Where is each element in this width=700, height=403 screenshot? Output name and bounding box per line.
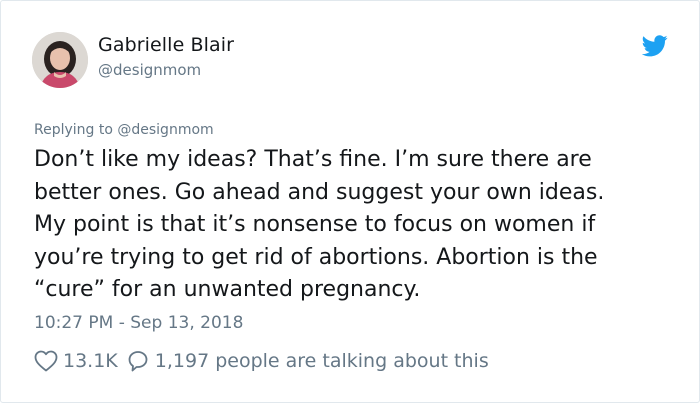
author-handle[interactable]: @designmom xyxy=(98,61,201,79)
engagement-bar: 13.1K 1,197 people are talking about thi… xyxy=(34,345,489,377)
tweet-text-line: better ones. Go ahead and suggest your o… xyxy=(34,179,605,205)
like-count[interactable]: 13.1K xyxy=(63,350,118,372)
replying-to-label[interactable]: Replying to @designmom xyxy=(34,122,214,138)
twitter-bird-icon[interactable] xyxy=(641,35,668,57)
tweet-text-line: My point is that it’s nonsense to focus … xyxy=(34,212,596,237)
speech-bubble-icon[interactable] xyxy=(127,350,149,372)
tweet-text-line: Don’t like my ideas? That’s fine. I’m su… xyxy=(34,147,592,172)
tweet-text-line: you’re trying to get rid of abortions. A… xyxy=(34,244,598,270)
tweet-text-line: “cure” for an unwanted pregnancy. xyxy=(34,277,421,302)
tweet-text: Don’t like my ideas? That’s fine. I’m su… xyxy=(34,144,674,307)
tweet-timestamp[interactable]: 10:27 PM - Sep 13, 2018 xyxy=(34,313,243,333)
heart-icon[interactable] xyxy=(34,350,58,372)
author-name[interactable]: Gabrielle Blair xyxy=(98,34,234,56)
avatar[interactable] xyxy=(32,32,88,88)
talking-count[interactable]: 1,197 people are talking about this xyxy=(155,350,489,372)
tweet-card: Gabrielle Blair @designmom Replying to @… xyxy=(0,0,700,403)
